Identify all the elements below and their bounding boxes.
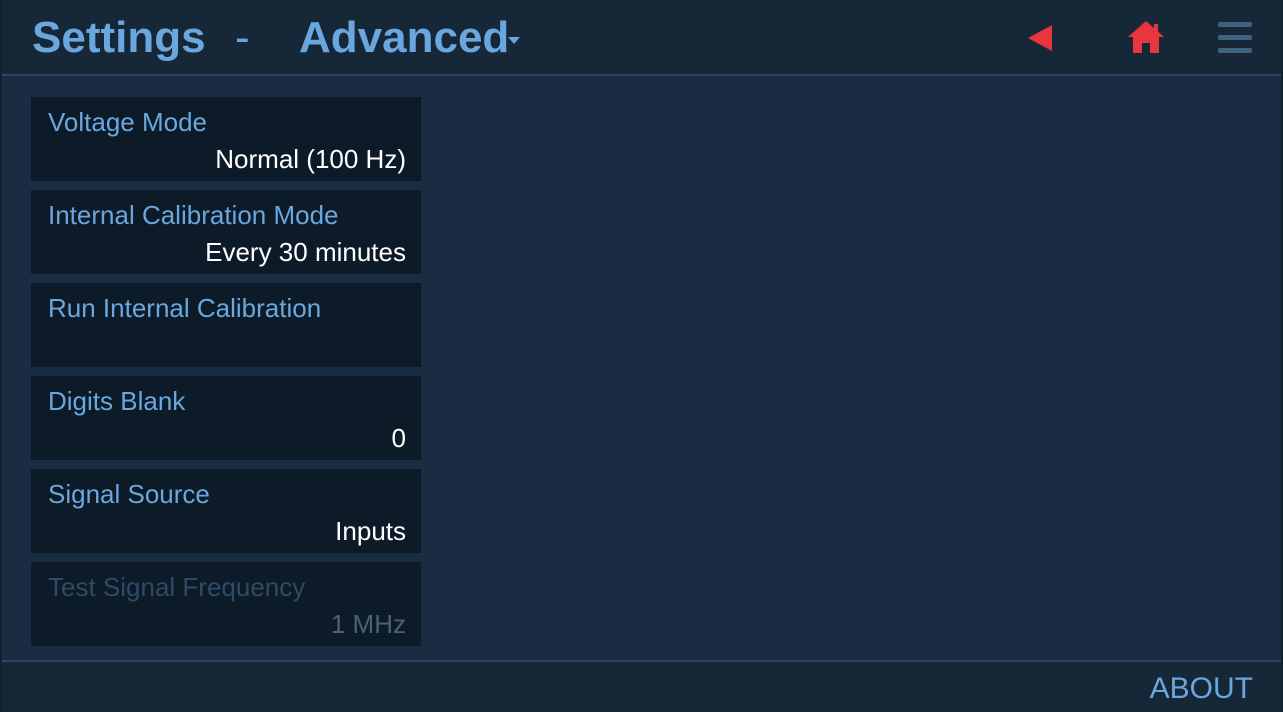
setting-digits-blank[interactable]: Digits Blank 0 <box>31 376 421 460</box>
setting-test-signal-frequency: Test Signal Frequency 1 MHz <box>31 562 421 646</box>
footer-bar: ABOUT <box>2 660 1281 712</box>
setting-run-internal-calibration[interactable]: Run Internal Calibration <box>31 283 421 367</box>
page-title: Settings <box>32 13 206 62</box>
about-link[interactable]: ABOUT <box>1150 672 1253 706</box>
section-dropdown[interactable]: Advanced <box>299 14 509 62</box>
app-window: Settings - Advanced Voltage Mode Normal … <box>0 0 1283 712</box>
setting-value: Inputs <box>335 516 406 546</box>
setting-voltage-mode[interactable]: Voltage Mode Normal (100 Hz) <box>31 97 421 181</box>
setting-internal-calibration-mode[interactable]: Internal Calibration Mode Every 30 minut… <box>31 190 421 274</box>
setting-value: Every 30 minutes <box>205 237 406 267</box>
setting-signal-source[interactable]: Signal Source Inputs <box>31 469 421 553</box>
back-arrow-icon <box>1028 25 1052 51</box>
menu-button[interactable] <box>1212 16 1260 60</box>
setting-value: 0 <box>391 423 406 453</box>
home-button[interactable] <box>1122 16 1170 60</box>
setting-label: Internal Calibration Mode <box>48 200 339 230</box>
setting-label: Voltage Mode <box>48 107 208 137</box>
setting-value: Normal (100 Hz) <box>215 144 406 174</box>
setting-label: Digits Blank <box>48 386 186 416</box>
title-separator: - <box>235 13 250 62</box>
setting-label: Run Internal Calibration <box>48 293 322 323</box>
settings-list: Voltage Mode Normal (100 Hz) Internal Ca… <box>31 97 423 655</box>
setting-label: Signal Source <box>48 479 210 509</box>
header-bar: Settings - Advanced <box>2 0 1281 76</box>
caret-down-icon[interactable] <box>508 37 520 44</box>
setting-label: Test Signal Frequency <box>48 572 306 602</box>
back-button[interactable] <box>1018 16 1066 60</box>
setting-value: 1 MHz <box>330 609 406 639</box>
hamburger-menu-icon <box>1218 22 1252 53</box>
home-icon <box>1128 21 1164 53</box>
